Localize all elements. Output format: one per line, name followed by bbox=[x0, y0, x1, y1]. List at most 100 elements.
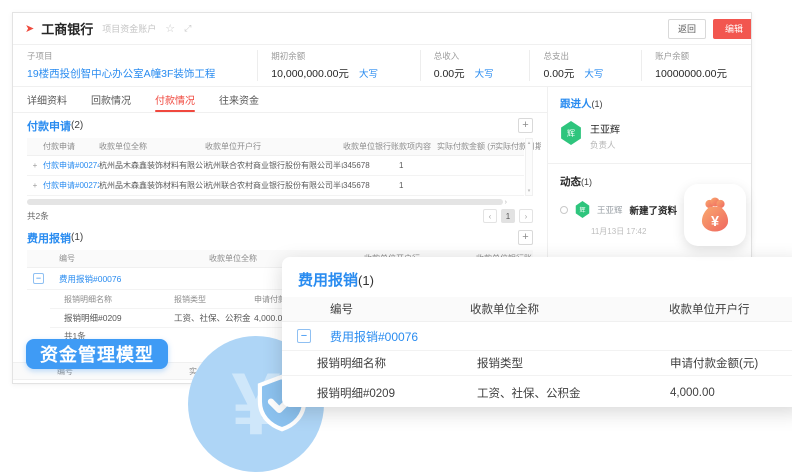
collapse-row-icon[interactable]: − bbox=[33, 273, 44, 284]
page-number[interactable]: 1 bbox=[501, 209, 515, 223]
popup-count: (1) bbox=[358, 273, 374, 288]
timeline-node-icon bbox=[560, 206, 568, 214]
col-header: 编号 bbox=[59, 253, 209, 264]
tab-detail[interactable]: 详细资料 bbox=[27, 87, 67, 112]
tab-receipts[interactable]: 回款情况 bbox=[91, 87, 131, 112]
subproject-link[interactable]: 19楼西投创智中心办公室A幢3F装饰工程 bbox=[27, 66, 247, 81]
horizontal-scrollbar[interactable]: › bbox=[27, 199, 533, 205]
back-button[interactable]: 返回 bbox=[668, 19, 706, 39]
activity-action: 新建了资料 bbox=[630, 203, 678, 217]
section-title: 付款申请 bbox=[27, 118, 71, 134]
field-label: 账户余额 bbox=[655, 50, 727, 62]
field-label: 期初余额 bbox=[271, 50, 409, 62]
expand-row-icon[interactable]: + bbox=[27, 181, 43, 190]
expense-link[interactable]: 费用报销#00076 bbox=[330, 328, 418, 345]
expand-icon[interactable]: ⤢ bbox=[184, 23, 191, 34]
section-count: (2) bbox=[71, 120, 83, 131]
uppercase-link[interactable]: 大写 bbox=[475, 66, 494, 80]
page-next-button[interactable]: › bbox=[519, 209, 533, 223]
col-header: 收款单位全称 bbox=[99, 141, 205, 152]
popup-table-header: 编号 收款单位全称 收款单位开户行 bbox=[282, 297, 792, 322]
activity-count: (1) bbox=[581, 177, 592, 187]
collapse-row-icon[interactable]: − bbox=[297, 329, 311, 343]
popup-title: 费用报销 bbox=[298, 269, 358, 290]
expand-row-icon[interactable]: + bbox=[27, 161, 43, 170]
summary-field-account-balance: 账户余额 10000000.00元 bbox=[641, 50, 737, 81]
field-label: 子项目 bbox=[27, 50, 247, 62]
expense-zoom-popup: 费用报销(1) 编号 收款单位全称 收款单位开户行 − 费用报销#00076 报… bbox=[282, 257, 792, 407]
svg-text:¥: ¥ bbox=[711, 214, 719, 230]
popup-expense-row: − 费用报销#00076 bbox=[282, 322, 792, 351]
tab-transactions[interactable]: 往来资金 bbox=[219, 87, 259, 112]
cell-bank: 杭州联合农村商业银行股份有限公司半山支行 bbox=[205, 180, 343, 191]
scroll-up-icon[interactable]: ▴ bbox=[528, 140, 531, 146]
cell-bank: 杭州联合农村商业银行股份有限公司半山支行 bbox=[205, 160, 343, 171]
activity-title: 动态 bbox=[560, 176, 581, 188]
edit-button[interactable]: 编辑 bbox=[713, 19, 752, 39]
col-header: 实际付款日期 bbox=[495, 141, 541, 152]
activity-user: 王亚辉 bbox=[597, 204, 623, 216]
cell-account: 345678 bbox=[343, 181, 399, 190]
expense-link[interactable]: 费用报销#00076 bbox=[59, 273, 121, 285]
col-header: 报销类型 bbox=[477, 355, 670, 371]
col-header: 收款单位全称 bbox=[470, 301, 669, 317]
followers-title: 跟进人 bbox=[560, 98, 592, 110]
col-header: 收款单位银行账号 bbox=[343, 141, 399, 152]
col-header: 报销明细名称 bbox=[317, 355, 477, 371]
user-name: 王亚辉 bbox=[590, 121, 620, 136]
add-payment-button[interactable]: + bbox=[518, 118, 533, 133]
cell-company: 杭州品木森鑫装饰材料有限公司 bbox=[99, 180, 205, 191]
add-expense-button[interactable]: + bbox=[518, 230, 533, 245]
star-icon[interactable]: ☆ bbox=[165, 22, 175, 35]
popup-detail-header: 报销明细名称 报销类型 申请付款金额(元) bbox=[282, 351, 792, 376]
col-header: 申请付款金额(元) bbox=[670, 355, 792, 371]
summary-field-subproject: 子项目 19楼西投创智中心办公室A幢3F装饰工程 bbox=[27, 50, 257, 81]
field-label: 总支出 bbox=[543, 50, 631, 62]
payment-row: + 付款申请#00274 杭州品木森鑫装饰材料有限公司 杭州联合农村商业银行股份… bbox=[27, 156, 524, 176]
section-count: (1) bbox=[71, 232, 83, 243]
user-role: 负责人 bbox=[590, 139, 620, 151]
col-header: 收款单位开户行 bbox=[205, 141, 343, 152]
cell-content: 1 bbox=[399, 161, 437, 170]
field-value: 10,000,000.00元 bbox=[271, 66, 349, 81]
field-value: 0.00元 bbox=[434, 66, 465, 81]
cell-type: 工资、社保、公积金 bbox=[174, 312, 254, 324]
summary-field-total-expense: 总支出 0.00元 大写 bbox=[529, 50, 641, 81]
avatar: 辉 bbox=[575, 201, 590, 218]
money-bag-card[interactable]: ¥ bbox=[684, 184, 746, 246]
uppercase-link[interactable]: 大写 bbox=[584, 66, 603, 80]
tab-bar: 详细资料 回款情况 付款情况 往来资金 bbox=[13, 87, 547, 113]
section-title: 费用报销 bbox=[27, 230, 71, 246]
scroll-right-icon[interactable]: › bbox=[505, 199, 507, 206]
page-prev-button[interactable]: ‹ bbox=[483, 209, 497, 223]
brand-arrow-icon: ➤ bbox=[25, 22, 34, 35]
summary-bar: 子项目 19楼西投创智中心办公室A幢3F装饰工程 期初余额 10,000,000… bbox=[13, 45, 751, 87]
payment-table: 付款申请 收款单位全称 收款单位开户行 收款单位银行账号 款项内容 实际付款金额… bbox=[27, 138, 533, 196]
col-header: 付款申请 bbox=[43, 141, 99, 152]
payment-row: + 付款申请#00272 杭州品木森鑫装饰材料有限公司 杭州联合农村商业银行股份… bbox=[27, 176, 524, 196]
col-header: 报销明细名称 bbox=[64, 294, 174, 305]
col-header: 款项内容 bbox=[399, 141, 437, 152]
col-header: 收款单位开户行 bbox=[669, 301, 792, 317]
followers-count: (1) bbox=[592, 99, 603, 109]
cell-type: 工资、社保、公积金 bbox=[477, 385, 670, 401]
cell-company: 杭州品木森鑫装饰材料有限公司 bbox=[99, 160, 205, 171]
payment-request-section: 付款申请 (2) + 付款申请 收款单位全称 收款单位开户行 收款单位银行账号 … bbox=[13, 113, 547, 225]
tab-payments[interactable]: 付款情况 bbox=[155, 87, 195, 112]
cell-account: 345678 bbox=[343, 161, 399, 170]
col-header: 实际付款金额 (元) bbox=[437, 141, 495, 152]
payment-request-link[interactable]: 付款申请#00274 bbox=[43, 160, 99, 171]
window-header: ➤ 工商银行 项目资金账户 ☆ ⤢ 返回 编辑 bbox=[13, 13, 751, 45]
detail-link[interactable]: 报销明细#0209 bbox=[64, 312, 174, 324]
scroll-thumb[interactable] bbox=[27, 199, 503, 205]
detail-link[interactable]: 报销明细#0209 bbox=[317, 385, 477, 401]
vertical-scrollbar[interactable]: ▴ ▾ bbox=[525, 138, 533, 196]
scroll-down-icon[interactable]: ▾ bbox=[528, 188, 531, 194]
uppercase-link[interactable]: 大写 bbox=[359, 66, 378, 80]
cell-content: 1 bbox=[399, 181, 437, 190]
payment-request-link[interactable]: 付款申请#00272 bbox=[43, 180, 99, 191]
popup-detail-row: 报销明细#0209 工资、社保、公积金 4,000.00 bbox=[282, 376, 792, 407]
summary-field-opening-balance: 期初余额 10,000,000.00元 大写 bbox=[257, 50, 419, 81]
follower-item[interactable]: 辉 王亚辉 负责人 bbox=[560, 121, 739, 151]
sidebar-divider bbox=[548, 163, 751, 164]
